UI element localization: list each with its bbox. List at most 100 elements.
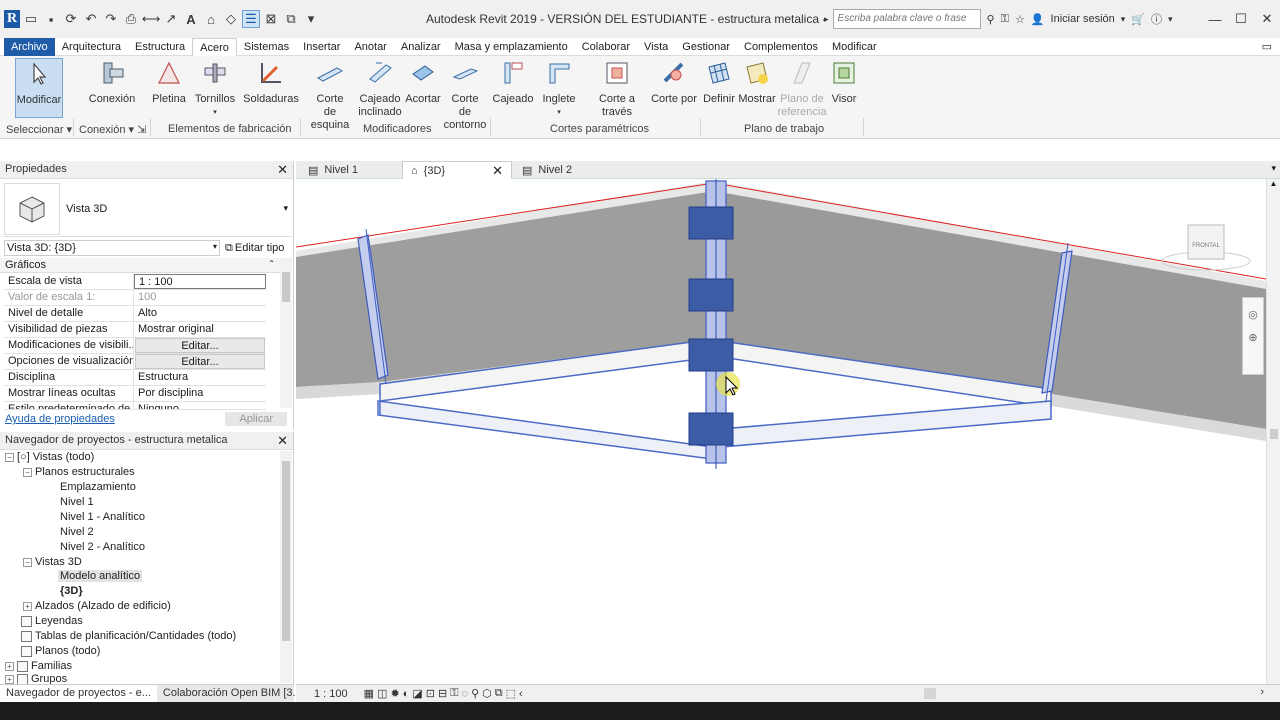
tree-item-active-view[interactable]: {3D} [60,585,83,597]
browser-scrollbar[interactable] [280,451,292,683]
collapse-icon[interactable]: ⌃ [268,259,275,271]
ribbon-options-icon[interactable]: ▭ [1262,40,1272,53]
modify-tool[interactable]: Modificar [15,58,63,118]
scroll-thumb[interactable] [282,461,290,641]
miter-tool[interactable]: Inglete ▾ [540,58,578,119]
tree-item[interactable]: Nivel 1 [60,496,94,508]
tab-menu-icon[interactable]: ▾ [1271,163,1276,174]
temporary-hide-icon[interactable]: ◌ [462,688,469,700]
panel-parametric-cuts[interactable]: Cortes paramétricos [550,123,649,135]
lock-view-icon[interactable]: ⚿ [450,687,458,700]
help-properties-link[interactable]: Ayuda de propiedades [5,413,115,425]
cart-icon[interactable]: 🛒 [1131,13,1145,26]
cope-tool[interactable]: Cajeado [492,58,534,106]
scroll-up-icon[interactable]: ▲ [1267,179,1280,188]
tab-insertar[interactable]: Insertar [296,38,347,56]
panel-workplane[interactable]: Plano de trabajo [744,123,824,135]
revit-logo-icon[interactable]: R [4,10,20,28]
scroll-right-icon[interactable]: › [1260,686,1264,698]
dimension-icon[interactable]: ↗ [162,10,180,28]
expand-toggle[interactable]: + [5,661,14,671]
properties-scrollbar[interactable] [280,258,292,408]
edit-type-button[interactable]: ⧉ Editar tipo [225,242,284,255]
tree-node-3d-views[interactable]: − Vistas 3D [23,556,82,568]
shorten-tool[interactable]: Acortar [404,58,442,106]
constraints-icon[interactable]: ⬚ [506,687,516,700]
view-scale-input[interactable]: 1 : 100 [134,274,266,289]
welds-tool[interactable]: Soldaduras [243,58,299,106]
corner-cut-tool[interactable]: Corte de esquina [304,58,356,132]
contour-cut-tool[interactable]: Corte de contorno [444,58,486,132]
prop-value[interactable]: Ninguno [134,402,266,409]
tab-acero[interactable]: Acero [192,37,237,56]
chevron-left-icon[interactable]: ‹ [519,688,523,700]
cut-through-tool[interactable]: Corte a través [585,58,649,119]
scroll-thumb[interactable] [282,272,290,302]
plate-tool[interactable]: Pletina [150,58,188,106]
rendering-icon[interactable]: ◪ [412,687,422,700]
analytical-model-icon[interactable]: ⬡ [482,687,492,700]
tree-node-elevations[interactable]: + Alzados (Alzado de edificio) [23,600,171,612]
chevron-down-icon[interactable]: ▾ [1168,14,1173,25]
close-icon[interactable]: ✕ [277,163,288,177]
edit-display-options-button[interactable]: Editar... [135,354,265,369]
sign-in-link[interactable]: Iniciar sesión [1051,13,1115,25]
sync-icon[interactable]: ⟳ [62,10,80,28]
help-icon[interactable]: ⓘ [1151,11,1162,27]
detail-level-icon[interactable]: ▦ [364,687,374,700]
connection-tool[interactable]: Conexión [88,58,136,106]
tab-modificar[interactable]: Modificar [825,38,884,56]
tree-item-selected[interactable]: Modelo analítico [58,570,143,582]
tab-project-browser[interactable]: Navegador de proyectos - e... [0,685,157,702]
tree-node-schedules[interactable]: Tablas de planificación/Cantidades (todo… [21,630,236,642]
view-tab-3d[interactable]: ⌂ {3D} ✕ [402,161,512,179]
maximize-icon[interactable]: ☐ [1228,11,1254,27]
tab-gestionar[interactable]: Gestionar [675,38,737,56]
tree-node-structural-plans[interactable]: − Planos estructurales [23,466,135,478]
tab-sistemas[interactable]: Sistemas [237,38,296,56]
collapse-toggle[interactable]: − [23,557,32,567]
sun-path-icon[interactable]: ✹ [390,687,399,700]
shadows-icon[interactable]: ◐ [403,688,410,700]
viewer-tool[interactable]: Visor [828,58,860,106]
prop-value[interactable]: Mostrar original [134,322,266,337]
show-crop-icon[interactable]: ⊟ [438,687,447,700]
tree-node-sheets[interactable]: Planos (todo) [21,645,100,657]
reference-plane-tool[interactable]: Plano de referencia [778,58,826,119]
tab-arquitectura[interactable]: Arquitectura [55,38,128,56]
tree-node-groups[interactable]: + Grupos [5,674,67,684]
collapse-toggle[interactable]: − [5,452,14,462]
tab-complementos[interactable]: Complementos [737,38,825,56]
close-hidden-icon[interactable]: ⊠ [262,10,280,28]
skewed-cope-tool[interactable]: Cajeado inclinado [358,58,402,119]
close-icon[interactable]: ✕ [1254,11,1280,27]
chevron-down-icon[interactable]: ▾ [557,106,561,119]
tree-item[interactable]: Emplazamiento [60,481,136,493]
steering-wheel-icon[interactable]: ◎ [1248,308,1258,321]
print-icon[interactable]: ⎙ [122,10,140,28]
tab-estructura[interactable]: Estructura [128,38,192,56]
tree-node-legends[interactable]: Leyendas [21,615,83,627]
search-input[interactable]: Escriba palabra clave o frase [832,9,981,29]
viewcube[interactable] [1187,224,1225,260]
undo-icon[interactable]: ↶ [82,10,100,28]
close-icon[interactable]: ✕ [277,434,288,448]
switch-windows-icon[interactable]: ⧉ [282,10,300,28]
set-workplane-tool[interactable]: Definir [703,58,735,106]
tree-item[interactable]: Nivel 2 - Analítico [60,541,145,553]
collapse-toggle[interactable]: − [23,467,32,477]
view-tab-nivel-1[interactable]: ▤ Nivel 1 [300,161,366,179]
tree-node-families[interactable]: + Familias [5,660,72,672]
tab-vista[interactable]: Vista [637,38,675,56]
show-workplane-tool[interactable]: Mostrar [738,58,776,106]
3d-viewport[interactable]: FRONTAL ◎ ⊕ [295,179,1267,684]
tab-masa[interactable]: Masa y emplazamiento [448,38,575,56]
bolts-tool[interactable]: Tornillos ▾ [193,58,237,119]
cut-by-tool[interactable]: Corte por [651,58,697,106]
text-icon[interactable]: A [182,10,200,28]
tab-anotar[interactable]: Anotar [347,38,393,56]
crop-view-icon[interactable]: ⊡ [426,687,435,700]
open-icon[interactable]: ▭ [22,10,40,28]
zoom-icon[interactable]: ⊕ [1248,331,1257,344]
type-selector[interactable]: Vista 3D ▾ [4,181,292,237]
